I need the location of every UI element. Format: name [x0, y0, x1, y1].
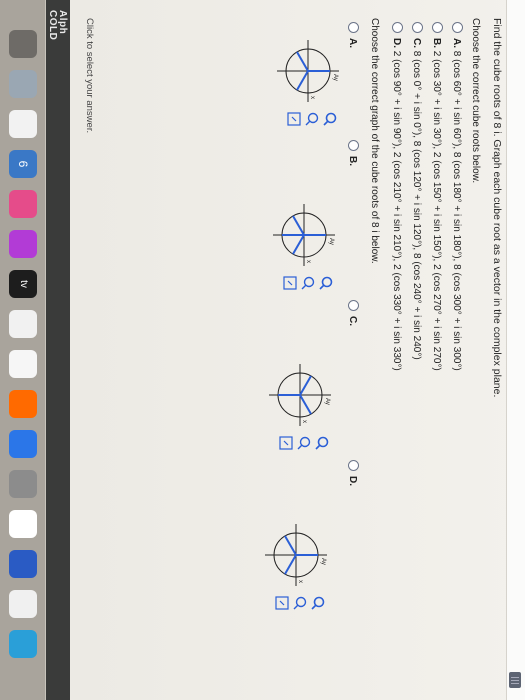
graph-b-tools	[279, 276, 333, 290]
graph-option-a[interactable]: A.	[347, 22, 359, 48]
brand-text: Alph	[57, 10, 68, 35]
option-c[interactable]: C. 8 (cos 0° + i sin 0°), 8 (cos 120° + …	[411, 22, 423, 360]
graph-option-b[interactable]: B.	[347, 140, 359, 166]
hint-text: Click to select your answer.	[84, 18, 95, 134]
calendar-icon[interactable]: 6	[9, 150, 37, 178]
brand-text-2: COLD	[47, 10, 58, 41]
tv-icon[interactable]: tv	[9, 270, 37, 298]
radio-graph-a[interactable]	[348, 22, 359, 33]
dock-icon-2[interactable]	[9, 70, 37, 98]
question-panel: Find the cube roots of 8 i. Graph each c…	[70, 0, 525, 700]
graph-d: Ay x	[265, 524, 327, 586]
svg-text:x: x	[305, 260, 311, 263]
option-b[interactable]: B. 2 (cos 30° + i sin 30°), 2 (cos 150° …	[431, 22, 443, 371]
zoom-out-icon[interactable]	[297, 436, 311, 450]
app-side-strip: Alph COLD	[46, 0, 70, 700]
dock-icon-1[interactable]	[9, 30, 37, 58]
header-bar	[506, 0, 525, 700]
svg-text:Ay: Ay	[328, 238, 334, 245]
grid-menu-icon[interactable]	[509, 672, 521, 688]
expand-icon[interactable]	[275, 596, 289, 610]
zoom-out-icon[interactable]	[301, 276, 315, 290]
expand-icon[interactable]	[287, 112, 301, 126]
prompt-graph: Choose the correct graph of the cube roo…	[369, 18, 380, 264]
prompt-cube-roots: Choose the correct cube roots below.	[470, 18, 481, 184]
x-axis-label: x	[309, 96, 315, 99]
svg-text:Ay: Ay	[324, 398, 330, 405]
graph-option-c[interactable]: C.	[347, 300, 359, 326]
radio-option-a[interactable]	[452, 22, 463, 33]
music-icon[interactable]	[9, 190, 37, 218]
expand-icon[interactable]	[283, 276, 297, 290]
radio-option-b[interactable]	[432, 22, 443, 33]
graph-c: Ay x	[269, 364, 331, 426]
dock: 6 tv	[0, 0, 46, 700]
podcast-icon[interactable]	[9, 230, 37, 258]
zoom-in-icon[interactable]	[319, 276, 333, 290]
graph-d-tools	[271, 596, 325, 610]
word-icon[interactable]	[9, 550, 37, 578]
radio-graph-d[interactable]	[348, 460, 359, 471]
question-text: Find the cube roots of 8 i. Graph each c…	[491, 18, 503, 398]
appstore-icon[interactable]	[9, 430, 37, 458]
zoom-out-icon[interactable]	[293, 596, 307, 610]
graph-a: Ay x	[277, 40, 339, 102]
news-icon[interactable]	[9, 310, 37, 338]
graph-b: Ay x	[273, 204, 335, 266]
rotated-screen: Find the cube roots of 8 i. Graph each c…	[0, 0, 525, 700]
radio-option-c[interactable]	[412, 22, 423, 33]
zoom-in-icon[interactable]	[311, 596, 325, 610]
chrome-icon[interactable]	[9, 510, 37, 538]
graph-c-tools	[275, 436, 329, 450]
svg-text:x: x	[297, 580, 303, 583]
option-a[interactable]: A. 8 (cos 60° + i sin 60°), 8 (cos 180° …	[451, 22, 463, 371]
keynote-icon[interactable]	[9, 390, 37, 418]
radio-option-d[interactable]	[392, 22, 403, 33]
app-icon[interactable]	[9, 630, 37, 658]
radio-graph-b[interactable]	[348, 140, 359, 151]
expand-icon[interactable]	[279, 436, 293, 450]
svg-text:Ay: Ay	[320, 558, 326, 565]
graph-option-d[interactable]: D.	[347, 460, 359, 486]
settings-icon[interactable]	[9, 470, 37, 498]
finder-icon[interactable]	[9, 590, 37, 618]
zoom-out-icon[interactable]	[305, 112, 319, 126]
numbers-icon[interactable]	[9, 350, 37, 378]
option-d[interactable]: D. 2 (cos 90° + i sin 90°), 2 (cos 210° …	[391, 22, 403, 371]
svg-text:x: x	[301, 420, 307, 423]
y-axis-label: Ay	[332, 74, 338, 81]
graph-a-tools	[283, 112, 337, 126]
zoom-in-icon[interactable]	[315, 436, 329, 450]
dock-icon-3[interactable]	[9, 110, 37, 138]
radio-graph-c[interactable]	[348, 300, 359, 311]
zoom-in-icon[interactable]	[323, 112, 337, 126]
